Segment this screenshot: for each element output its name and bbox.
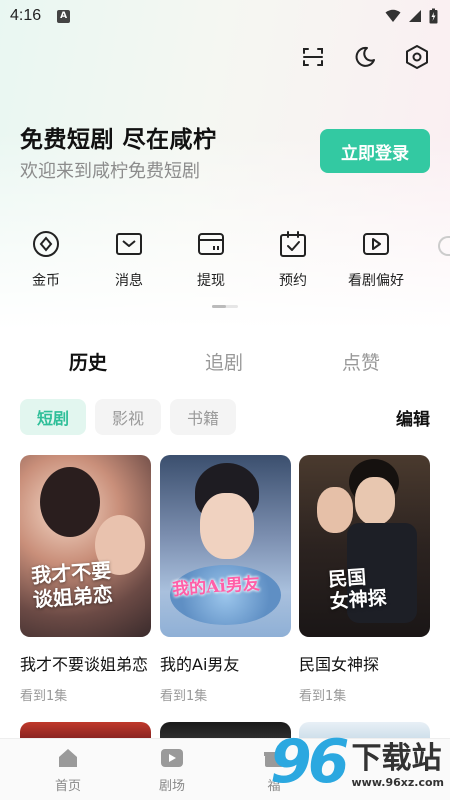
history-card[interactable]: 民国 女神探 民国女神探 看到1集 <box>299 455 430 704</box>
history-card[interactable]: 我的Ai男友 我的Ai男友 看到1集 <box>160 455 291 704</box>
hero-subtitle: 欢迎来到咸柠免费短剧 <box>20 161 200 182</box>
settings-hexagon-icon[interactable] <box>402 42 432 72</box>
quick-menu-preference[interactable]: 看剧偏好 <box>336 228 416 290</box>
quick-menu-coin[interactable]: 金币 <box>6 228 86 290</box>
calendar-icon <box>277 228 309 260</box>
poster-title-text: 我才不要 谈姐弟恋 <box>30 558 114 612</box>
quick-menu-label: 提现 <box>197 273 225 289</box>
edit-button[interactable]: 编辑 <box>396 405 430 430</box>
top-actions <box>298 42 432 72</box>
battery-icon <box>429 8 438 24</box>
poster-image: 我的Ai男友 <box>160 455 291 637</box>
history-card[interactable]: 我才不要 谈姐弟恋 我才不要谈姐弟恋 看到1集 <box>20 455 151 704</box>
quick-menu-withdraw[interactable]: 提现 <box>171 228 251 290</box>
filter-chips: 短剧 影视 书籍 <box>20 399 237 435</box>
login-button[interactable]: 立即登录 <box>320 129 430 173</box>
poster-title-text: 民国 女神探 <box>327 566 388 613</box>
site-watermark: 96 下载站 www.96xz.com <box>270 730 450 800</box>
filter-books[interactable]: 书籍 <box>170 399 237 435</box>
scan-icon[interactable] <box>298 42 328 72</box>
moon-icon[interactable] <box>350 42 380 72</box>
nav-theater[interactable]: 剧场 <box>142 747 202 794</box>
tab-following[interactable]: 追剧 <box>205 348 243 375</box>
card-title: 我的Ai男友 <box>160 655 240 674</box>
nav-label: 首页 <box>54 779 81 794</box>
filter-film[interactable]: 影视 <box>95 399 162 435</box>
watermark-digits: 96 <box>270 727 349 797</box>
filter-short-drama[interactable]: 短剧 <box>20 399 87 435</box>
notification-badge-icon: A <box>57 9 71 23</box>
quick-menu-label: 金币 <box>32 273 60 289</box>
watermark-url: www.96xz.com <box>351 775 445 789</box>
quick-menu-label: 预约 <box>279 273 307 289</box>
watermark-text: 下载站 <box>351 740 442 776</box>
quick-menu-label: 消息 <box>115 273 143 289</box>
poster-image: 我才不要 谈姐弟恋 <box>20 455 151 637</box>
card-title: 我才不要谈姐弟恋 <box>20 655 149 674</box>
nav-label: 剧场 <box>158 779 185 794</box>
status-bar: 4:16 A <box>0 0 450 32</box>
quick-menu: 金币 消息 提现 预约 看剧偏好 <box>0 228 450 300</box>
poster-image: 民国 女神探 <box>299 455 430 637</box>
quick-menu-label: 看剧偏好 <box>348 273 404 289</box>
card-progress: 看到1集 <box>299 689 347 704</box>
message-icon <box>113 228 145 260</box>
card-progress: 看到1集 <box>160 689 208 704</box>
quick-menu-reserve[interactable]: 预约 <box>253 228 333 290</box>
tab-history[interactable]: 历史 <box>69 348 107 375</box>
nav-home[interactable]: 首页 <box>38 747 98 794</box>
wifi-icon <box>385 9 401 22</box>
theater-icon <box>161 749 183 767</box>
menu-scroll-indicator <box>212 305 238 308</box>
card-progress: 看到1集 <box>20 689 68 704</box>
home-icon <box>59 749 77 767</box>
play-icon <box>360 228 392 260</box>
signal-icon <box>409 10 421 22</box>
tab-likes[interactable]: 点赞 <box>342 348 380 375</box>
quick-menu-message[interactable]: 消息 <box>89 228 169 290</box>
history-tabs: 历史 追剧 点赞 <box>0 348 450 378</box>
status-time: 4:16 <box>10 7 42 24</box>
coin-icon <box>30 228 62 260</box>
card-title: 民国女神探 <box>299 655 380 674</box>
wallet-icon <box>195 228 227 260</box>
hero-title: 免费短剧 尽在咸柠 <box>20 127 217 153</box>
